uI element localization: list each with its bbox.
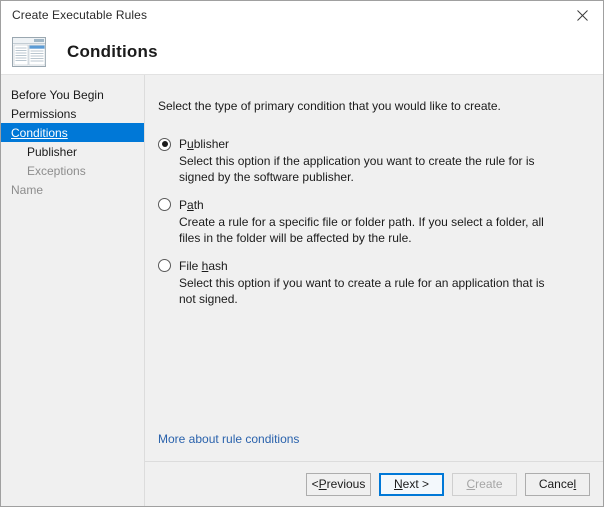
previous-button[interactable]: < Previous: [306, 472, 371, 496]
sidebar-item-label: Permissions: [11, 106, 77, 121]
close-icon[interactable]: [561, 2, 603, 29]
radio-path[interactable]: [158, 198, 171, 212]
more-about-rule-conditions-link[interactable]: More about rule conditions: [158, 432, 299, 446]
sidebar-item-conditions[interactable]: Conditions: [1, 123, 144, 142]
sidebar-item-label: Publisher: [27, 144, 78, 159]
page-header: Conditions: [1, 29, 603, 75]
radio-publisher[interactable]: [158, 137, 171, 151]
radio-description-file-hash: Select this option if you want to create…: [179, 275, 545, 306]
cancel-button[interactable]: Cance l: [525, 472, 590, 496]
option-path: Path Create a rule for a specific file o…: [158, 198, 585, 247]
sidebar-item-publisher[interactable]: Publisher: [1, 142, 144, 161]
option-file-hash: File hash Select this option if you want…: [158, 259, 585, 308]
radio-label-path: Path: [179, 197, 204, 212]
rules-window-icon: [10, 35, 48, 69]
radio-description-path: Create a rule for a specific file or fol…: [179, 214, 544, 245]
radio-row-path[interactable]: Path: [158, 198, 585, 212]
content-pane: Select the type of primary condition tha…: [145, 75, 603, 506]
dialog-footer: < Previous Next > Create Cance l: [145, 461, 603, 506]
create-button: Create: [452, 472, 517, 496]
sidebar-item-label: Exceptions: [27, 163, 86, 178]
intro-text: Select the type of primary condition tha…: [158, 99, 501, 113]
sidebar-item-label: Before You Begin: [11, 87, 104, 102]
sidebar-item-before-you-begin[interactable]: Before You Begin: [1, 85, 144, 104]
sidebar-item-name[interactable]: Name: [1, 180, 144, 199]
radio-label-publisher: Publisher: [179, 137, 230, 151]
radio-file-hash[interactable]: [158, 259, 171, 273]
conditions-form: Select the type of primary condition tha…: [145, 75, 603, 461]
dialog-body: Before You Begin Permissions Conditions …: [1, 75, 603, 506]
radio-row-file-hash[interactable]: File hash: [158, 259, 585, 273]
sidebar-item-label: Conditions: [11, 125, 68, 140]
sidebar-item-exceptions[interactable]: Exceptions: [1, 161, 144, 180]
wizard-step-nav: Before You Begin Permissions Conditions …: [1, 75, 145, 506]
radio-label-file-hash: File hash: [179, 258, 228, 273]
page-title: Conditions: [67, 41, 158, 61]
create-executable-rules-dialog: Create Executable Rules Conditions Befor…: [0, 0, 604, 507]
sidebar-item-label: Name: [11, 182, 44, 197]
radio-row-publisher[interactable]: Publisher: [158, 137, 585, 151]
option-publisher: Publisher Select this option if the appl…: [158, 137, 585, 186]
next-button[interactable]: Next >: [379, 472, 444, 496]
title-bar: Create Executable Rules: [1, 1, 603, 29]
radio-description-publisher: Select this option if the application yo…: [179, 154, 535, 184]
window-title: Create Executable Rules: [12, 8, 148, 22]
condition-type-radio-group: Publisher Select this option if the appl…: [158, 137, 585, 308]
sidebar-item-permissions[interactable]: Permissions: [1, 104, 144, 123]
